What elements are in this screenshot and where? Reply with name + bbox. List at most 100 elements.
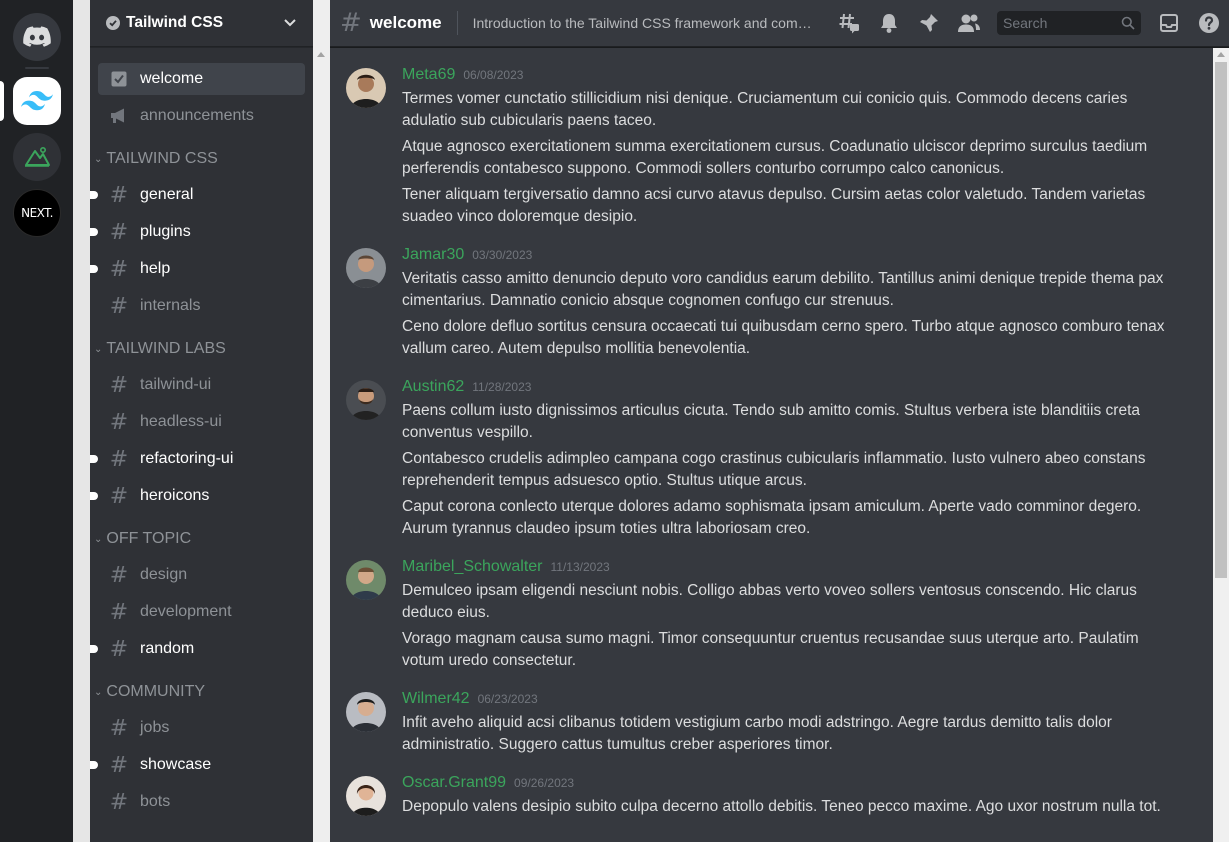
channel-bots[interactable]: # bots bbox=[98, 786, 305, 818]
scroll-up-arrow-icon[interactable] bbox=[317, 52, 325, 57]
avatar[interactable] bbox=[346, 776, 386, 816]
channel-internals[interactable]: # internals bbox=[98, 290, 305, 322]
bell-icon[interactable] bbox=[877, 11, 901, 35]
message-text: Demulceo ipsam eligendi nesciunt nobis. … bbox=[402, 582, 1137, 621]
channel-label: showcase bbox=[140, 756, 212, 773]
tailwind-logo-icon bbox=[21, 91, 53, 111]
channel-plugins[interactable]: # plugins bbox=[90, 216, 305, 248]
hash-icon: # bbox=[340, 8, 362, 38]
channel-headless-ui[interactable]: # headless-ui bbox=[98, 406, 305, 438]
channel-refactoring-ui[interactable]: # refactoring-ui bbox=[90, 443, 305, 475]
timestamp: 09/26/2023 bbox=[514, 776, 575, 790]
channel-label: bots bbox=[140, 793, 171, 810]
threads-icon[interactable] bbox=[837, 11, 861, 35]
message-scrollbar[interactable] bbox=[1213, 48, 1229, 842]
channel-label: plugins bbox=[140, 223, 191, 240]
avatar[interactable] bbox=[346, 68, 386, 108]
channel-random[interactable]: # random bbox=[90, 633, 305, 665]
category-tailwind-labs[interactable]: ⌄ Tailwind Labs bbox=[90, 337, 313, 361]
header-divider bbox=[456, 11, 458, 35]
message-group: Meta69 06/08/2023 Termes vomer cunctatio… bbox=[330, 66, 1213, 228]
channel-design[interactable]: # design bbox=[98, 559, 305, 591]
message-meta: Jamar30 03/30/2023 bbox=[402, 246, 1173, 268]
server-remix[interactable] bbox=[13, 133, 61, 181]
avatar[interactable] bbox=[346, 692, 386, 732]
hash-icon: # bbox=[109, 752, 129, 778]
hash-icon: # bbox=[109, 636, 129, 662]
timestamp: 11/13/2023 bbox=[550, 560, 610, 574]
channel-jobs[interactable]: # jobs bbox=[98, 712, 305, 744]
sidebar-scrollbar[interactable] bbox=[313, 0, 330, 842]
server-next-js[interactable]: NEXT. bbox=[13, 189, 61, 237]
search-input[interactable] bbox=[1003, 15, 1121, 31]
window-gutter bbox=[73, 0, 90, 842]
avatar[interactable] bbox=[346, 248, 386, 288]
channel-tailwind-ui[interactable]: # tailwind-ui bbox=[98, 369, 305, 401]
message-text: Caput corona conlecto uterque dolores ad… bbox=[402, 498, 1142, 537]
scrollbar-thumb[interactable] bbox=[1215, 62, 1227, 578]
avatar[interactable] bbox=[346, 380, 386, 420]
category-label: Tailwind Labs bbox=[106, 340, 226, 357]
channel-label: jobs bbox=[140, 719, 170, 736]
message-text: Infit aveho aliquid acsi clibanus totide… bbox=[402, 714, 1112, 753]
unread-indicator bbox=[90, 645, 98, 653]
channel-label: headless-ui bbox=[140, 413, 222, 430]
hash-icon: # bbox=[109, 715, 129, 741]
members-icon[interactable] bbox=[957, 11, 981, 35]
channel-header: # welcome Introduction to the Tailwind C… bbox=[330, 0, 1229, 47]
message-meta: Meta69 06/08/2023 bbox=[402, 66, 1173, 88]
message-meta: Austin62 11/28/2023 bbox=[402, 378, 1173, 400]
channel-label: help bbox=[140, 260, 171, 277]
remix-logo-icon bbox=[25, 146, 50, 167]
channel-help[interactable]: # help bbox=[90, 253, 305, 285]
channel-development[interactable]: # development bbox=[98, 596, 305, 628]
server-tailwind-css[interactable] bbox=[13, 77, 61, 125]
channel-title: welcome bbox=[369, 13, 442, 32]
username[interactable]: Meta69 bbox=[402, 66, 455, 84]
channel-label: random bbox=[140, 640, 195, 657]
chevron-down-icon[interactable] bbox=[283, 18, 297, 28]
channel-label: tailwind-ui bbox=[140, 376, 212, 393]
server-header[interactable]: Tailwind CSS bbox=[90, 0, 313, 47]
hash-icon: # bbox=[109, 293, 129, 319]
hash-icon: # bbox=[109, 789, 129, 815]
scroll-up-arrow-icon[interactable] bbox=[1217, 52, 1225, 57]
channel-heroicons[interactable]: # heroicons bbox=[90, 480, 305, 512]
channel-label: heroicons bbox=[140, 487, 210, 504]
avatar[interactable] bbox=[346, 560, 386, 600]
channel-welcome[interactable]: welcome bbox=[98, 63, 305, 95]
username[interactable]: Jamar30 bbox=[402, 246, 464, 264]
help-icon[interactable] bbox=[1197, 11, 1221, 35]
message-text: Contabesco crudelis adimpleo campana cog… bbox=[402, 450, 1146, 489]
hash-icon: # bbox=[109, 372, 129, 398]
timestamp: 06/23/2023 bbox=[477, 692, 538, 706]
unread-indicator bbox=[90, 228, 98, 236]
hash-icon: # bbox=[109, 409, 129, 435]
channel-topic[interactable]: Introduction to the Tailwind CSS framewo… bbox=[473, 15, 813, 31]
username[interactable]: Oscar.Grant99 bbox=[402, 774, 506, 792]
username[interactable]: Maribel_Schowalter bbox=[402, 558, 543, 576]
channel-showcase[interactable]: # showcase bbox=[90, 749, 305, 781]
category-community[interactable]: ⌄ Community bbox=[90, 680, 313, 704]
next-logo-icon: NEXT. bbox=[21, 206, 53, 220]
pin-icon[interactable] bbox=[917, 11, 941, 35]
category-tailwind-css[interactable]: ⌄ Tailwind CSS bbox=[90, 147, 313, 171]
hash-icon: # bbox=[109, 599, 129, 625]
channel-label: general bbox=[140, 186, 194, 203]
unread-indicator bbox=[90, 761, 98, 769]
inbox-icon[interactable] bbox=[1157, 11, 1181, 35]
verified-badge-icon bbox=[106, 16, 120, 30]
discord-logo-icon bbox=[23, 26, 51, 47]
message-text: Ceno dolore defluo sortitus censura occa… bbox=[402, 318, 1165, 357]
username[interactable]: Wilmer42 bbox=[402, 690, 470, 708]
discord-app: NEXT. Tailwind CSS welcome announcements… bbox=[0, 0, 1229, 842]
channel-label: welcome bbox=[140, 70, 204, 87]
chevron-down-icon: ⌄ bbox=[94, 153, 103, 165]
hash-icon: # bbox=[109, 219, 129, 245]
server-home-discord[interactable] bbox=[13, 13, 61, 61]
category-off-topic[interactable]: ⌄ Off Topic bbox=[90, 527, 313, 551]
channel-announcements[interactable]: announcements bbox=[98, 100, 305, 132]
search-box[interactable] bbox=[997, 11, 1141, 35]
username[interactable]: Austin62 bbox=[402, 378, 464, 396]
channel-general[interactable]: # general bbox=[90, 179, 305, 211]
